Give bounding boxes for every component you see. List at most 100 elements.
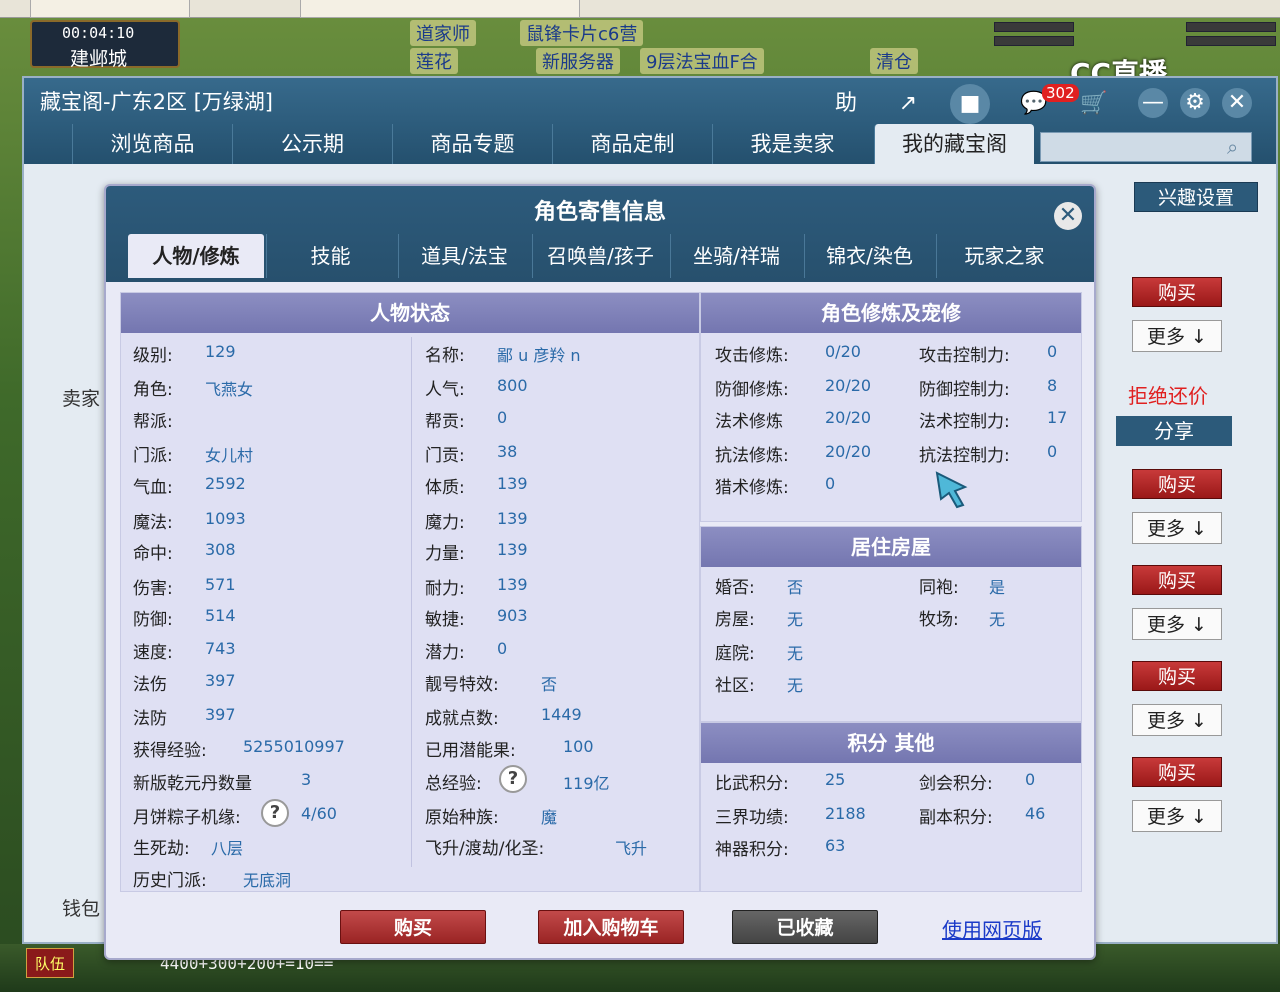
stat-label: 伤害: <box>133 579 173 599</box>
stat-label: 社区: <box>715 676 755 696</box>
stat-value: 无 <box>787 676 804 695</box>
stat-label: 气血: <box>133 478 173 498</box>
scroll-text: 道家师 <box>410 20 476 46</box>
nav-custom[interactable]: 商品定制 <box>552 124 712 164</box>
buy-button[interactable]: 购买 <box>340 910 486 944</box>
stop-icon[interactable]: ■ <box>950 84 990 124</box>
stat-label: 牧场: <box>919 610 959 630</box>
nav-browse[interactable]: 浏览商品 <box>72 124 232 164</box>
tab-home[interactable]: 玩家之家 <box>936 234 1072 278</box>
stat-label: 攻击修炼: <box>715 346 789 366</box>
tab-mounts[interactable]: 坐骑/祥瑞 <box>670 234 802 278</box>
tab-outfits[interactable]: 锦衣/染色 <box>804 234 934 278</box>
interest-settings-button[interactable]: 兴趣设置 <box>1134 182 1258 212</box>
stat-value: 鄙 u 彦羚 n <box>497 346 581 365</box>
browser-tab[interactable] <box>300 0 580 18</box>
window-header: 藏宝阁-广东2区 [万绿湖] 助 ↗ ■ 💬 302 🛒 — ⚙ ✕ 浏览商品 … <box>24 78 1276 164</box>
minimize-icon[interactable]: — <box>1138 88 1168 118</box>
stat-value: 3 <box>301 770 312 789</box>
stat-label: 获得经验: <box>133 741 207 761</box>
stat-value: 308 <box>205 540 236 559</box>
tab-items[interactable]: 道具/法宝 <box>398 234 530 278</box>
refuse-bargain-label: 拒绝还价 <box>1128 384 1208 408</box>
stat-label: 庭院: <box>715 644 755 664</box>
nav-my-cangbaoge[interactable]: 我的藏宝阁 <box>874 124 1034 164</box>
stat-value: 139 <box>497 540 528 559</box>
stat-label: 帮派: <box>133 412 173 432</box>
more-button[interactable]: 更多 ↓ <box>1132 320 1222 352</box>
stat-value: 571 <box>205 575 236 594</box>
stat-value: 139 <box>497 474 528 493</box>
nav-topics[interactable]: 商品专题 <box>392 124 552 164</box>
stat-label: 副本积分: <box>919 808 993 828</box>
search-icon[interactable]: ⌕ <box>1227 135 1238 159</box>
help-icon[interactable]: 助 <box>826 84 866 124</box>
stat-value: 飞升 <box>615 839 648 858</box>
help-question-icon[interactable]: ? <box>499 765 527 793</box>
search-input[interactable]: ⌕ <box>1040 132 1252 162</box>
stat-value: 0 <box>1025 770 1036 789</box>
more-button[interactable]: 更多 ↓ <box>1132 800 1222 832</box>
cultivation-panel: 角色修炼及宠修 攻击修炼: 0/20 防御修炼: 20/20 法术修炼 20/20 抗法修炼… <box>700 292 1082 522</box>
team-button[interactable]: 队伍 <box>26 948 74 978</box>
stat-value: 否 <box>787 578 804 597</box>
scroll-text: 9层法宝血F合 <box>640 48 764 74</box>
buy-button[interactable]: 购买 <box>1132 277 1222 307</box>
buy-button[interactable]: 购买 <box>1132 565 1222 595</box>
stat-label: 法术修炼 <box>715 412 783 432</box>
hp-bar <box>994 22 1074 32</box>
dialog-title: 角色寄售信息 <box>533 200 666 225</box>
stat-value: 800 <box>497 376 528 395</box>
add-to-cart-button[interactable]: 加入购物车 <box>538 910 684 944</box>
stat-value: 八层 <box>211 839 244 858</box>
stat-value: 无底洞 <box>243 871 292 890</box>
stat-value: 119亿 <box>563 774 610 793</box>
share-arrow-icon[interactable]: ↗ <box>888 84 928 124</box>
stat-label: 命中: <box>133 544 173 564</box>
stat-value: 0 <box>1047 342 1058 361</box>
stat-label: 比武积分: <box>715 774 789 794</box>
more-button[interactable]: 更多 ↓ <box>1132 608 1222 640</box>
stat-label: 防御修炼: <box>715 380 789 400</box>
stat-label: 飞升/渡劫/化圣: <box>425 839 545 859</box>
stat-value: 8 <box>1047 376 1058 395</box>
browser-tab[interactable] <box>30 0 190 18</box>
buy-button[interactable]: 购买 <box>1132 661 1222 691</box>
stat-value: 25 <box>825 770 846 789</box>
buy-button[interactable]: 购买 <box>1132 757 1222 787</box>
stat-label: 力量: <box>425 544 465 564</box>
stat-label: 生死劫: <box>133 839 190 859</box>
stat-value: 1449 <box>541 705 582 724</box>
stat-label: 抗法修炼: <box>715 446 789 466</box>
help-question-icon[interactable]: ? <box>261 799 289 827</box>
stat-label: 法伤 <box>133 675 167 695</box>
settings-icon[interactable]: ⚙ <box>1180 88 1210 118</box>
stat-label: 门派: <box>133 446 173 466</box>
city-name: 建邺城 <box>70 48 128 70</box>
stat-label: 体质: <box>425 478 465 498</box>
stat-label: 靓号特效: <box>425 675 499 695</box>
more-button[interactable]: 更多 ↓ <box>1132 512 1222 544</box>
cart-icon[interactable]: 🛒 <box>1074 84 1114 124</box>
tab-character[interactable]: 人物/修炼 <box>128 234 264 278</box>
close-icon[interactable]: ✕ <box>1054 202 1082 230</box>
web-version-link[interactable]: 使用网页版 <box>942 914 1042 943</box>
more-button[interactable]: 更多 ↓ <box>1132 704 1222 736</box>
dialog-header: 角色寄售信息 ✕ 人物/修炼 技能 道具/法宝 召唤兽/孩子 坐骑/祥瑞 锦衣/… <box>106 186 1094 282</box>
favorited-button[interactable]: 已收藏 <box>732 910 878 944</box>
stat-label: 敏捷: <box>425 610 465 630</box>
tab-summons[interactable]: 召唤兽/孩子 <box>532 234 668 278</box>
tab-skills[interactable]: 技能 <box>266 234 394 278</box>
stat-label: 防御: <box>133 610 173 630</box>
nav-publicity[interactable]: 公示期 <box>232 124 392 164</box>
stat-label: 三界功绩: <box>715 808 789 828</box>
buy-button[interactable]: 购买 <box>1132 469 1222 499</box>
stat-value: 女儿村 <box>205 446 254 465</box>
stat-value: 397 <box>205 671 236 690</box>
stat-label: 潜力: <box>425 643 465 663</box>
share-button[interactable]: 分享 <box>1116 416 1232 446</box>
clock-text: 00:04:10 <box>62 24 135 42</box>
scroll-text: 新服务器 <box>536 48 620 74</box>
close-icon[interactable]: ✕ <box>1222 88 1252 118</box>
nav-seller[interactable]: 我是卖家 <box>712 124 872 164</box>
